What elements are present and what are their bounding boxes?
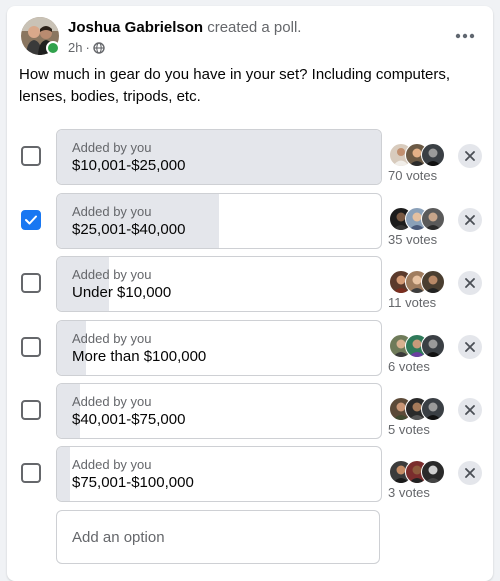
checkmark-icon: [25, 215, 37, 225]
close-icon: [465, 405, 475, 415]
voter-avatars[interactable]: [389, 334, 447, 358]
post-text: How much in gear do you have in your set…: [19, 66, 451, 105]
vote-count[interactable]: 6 votes: [388, 359, 430, 375]
author-avatar[interactable]: [21, 17, 60, 55]
poll-option-checkbox[interactable]: [21, 463, 41, 483]
voter-avatars[interactable]: [389, 270, 447, 294]
option-label: $40,001-$75,000: [72, 411, 186, 428]
add-option-input[interactable]: [56, 510, 380, 564]
option-label: Under $10,000: [72, 284, 172, 301]
remove-option-button[interactable]: [458, 398, 482, 422]
option-added-by: Added by you: [72, 267, 152, 282]
option-added-by: Added by you: [72, 140, 152, 155]
close-icon: [465, 342, 475, 352]
option-label: $75,001-$100,000: [72, 474, 194, 491]
option-label: More than $100,000: [72, 348, 207, 365]
poll-option-button[interactable]: Added by you $25,001-$40,000: [56, 193, 382, 249]
option-added-by: Added by you: [72, 331, 152, 346]
close-icon: [465, 468, 475, 478]
voter-avatars[interactable]: [389, 143, 447, 167]
voter-avatar: [421, 143, 445, 167]
vote-count[interactable]: 11 votes: [388, 295, 436, 311]
poll-option-button[interactable]: Added by you Under $10,000: [56, 256, 382, 312]
poll-option: Added by you $25,001-$40,000 35 votes: [7, 193, 493, 249]
poll-option: Added by you Under $10,000 11 votes: [7, 256, 493, 312]
vote-share-bar: [57, 447, 70, 501]
poll-option-checkbox[interactable]: [21, 210, 41, 230]
voter-avatars[interactable]: [389, 460, 447, 484]
poll-post-card: Joshua Gabrielson created a poll. 2h · H…: [7, 6, 493, 581]
more-horizontal-icon: [455, 33, 475, 39]
option-added-by: Added by you: [72, 457, 152, 472]
poll-option-button[interactable]: Added by you $40,001-$75,000: [56, 383, 382, 439]
poll-option: Added by you $40,001-$75,000 5 votes: [7, 383, 493, 439]
poll-option-checkbox[interactable]: [21, 400, 41, 420]
author-name[interactable]: Joshua Gabrielson: [68, 19, 203, 36]
poll-option: Added by you $75,001-$100,000 3 votes: [7, 446, 493, 502]
voter-avatar: [421, 397, 445, 421]
voter-avatars[interactable]: [389, 207, 447, 231]
option-added-by: Added by you: [72, 204, 152, 219]
option-label: $10,001-$25,000: [72, 157, 186, 174]
voter-avatar: [421, 460, 445, 484]
remove-option-button[interactable]: [458, 461, 482, 485]
voter-avatar: [421, 207, 445, 231]
poll-option: Added by you More than $100,000 6 votes: [7, 320, 493, 376]
meta-separator: ·: [85, 40, 90, 55]
post-action-text: created a poll.: [207, 19, 302, 36]
poll-option-checkbox[interactable]: [21, 146, 41, 166]
vote-count[interactable]: 35 votes: [388, 232, 437, 248]
poll-option-checkbox[interactable]: [21, 273, 41, 293]
poll-option-button[interactable]: Added by you $75,001-$100,000: [56, 446, 382, 502]
vote-count[interactable]: 3 votes: [388, 485, 430, 501]
voter-avatar: [421, 334, 445, 358]
post-timestamp[interactable]: 2h: [68, 40, 82, 56]
close-icon: [465, 278, 475, 288]
close-icon: [465, 215, 475, 225]
post-meta: 2h ·: [68, 40, 105, 56]
remove-option-button[interactable]: [458, 271, 482, 295]
vote-count[interactable]: 5 votes: [388, 422, 430, 438]
remove-option-button[interactable]: [458, 335, 482, 359]
vote-count[interactable]: 70 votes: [388, 168, 437, 184]
remove-option-button[interactable]: [458, 208, 482, 232]
voter-avatars[interactable]: [389, 397, 447, 421]
post-header: Joshua Gabrielson created a poll. 2h ·: [19, 16, 481, 60]
poll-option: Added by you $10,001-$25,000 70 votes: [7, 129, 493, 185]
poll-option-button[interactable]: Added by you $10,001-$25,000: [56, 129, 382, 185]
voter-avatar: [421, 270, 445, 294]
poll-option-checkbox[interactable]: [21, 337, 41, 357]
option-label: $25,001-$40,000: [72, 221, 186, 238]
remove-option-button[interactable]: [458, 144, 482, 168]
option-added-by: Added by you: [72, 394, 152, 409]
online-status-icon: [46, 41, 60, 55]
author-line: Joshua Gabrielson created a poll.: [68, 18, 301, 38]
post-options-button[interactable]: [449, 20, 481, 52]
globe-icon: [93, 42, 105, 54]
close-icon: [465, 151, 475, 161]
poll-option-button[interactable]: Added by you More than $100,000: [56, 320, 382, 376]
